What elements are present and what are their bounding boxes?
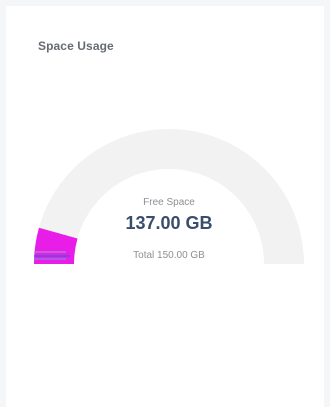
free-space-value: 137.00 GB [125,213,213,233]
free-space-label: Free Space [143,197,195,208]
total-space-label: Total 150.00 GB [133,250,205,261]
